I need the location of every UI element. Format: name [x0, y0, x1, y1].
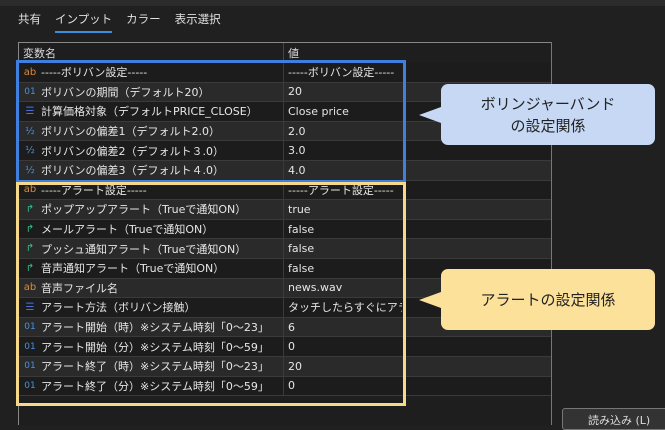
alert-highlight-box	[16, 182, 406, 406]
tab-common[interactable]: 共有	[18, 9, 41, 33]
tab-bar: 共有 インプット カラー 表示選択	[18, 9, 221, 33]
title-bar	[0, 0, 665, 6]
tab-display[interactable]: 表示選択	[175, 9, 221, 33]
load-button[interactable]: 読み込み (L)	[562, 408, 665, 430]
tab-color[interactable]: カラー	[126, 9, 161, 33]
bollinger-callout: ボリンジャーバンド の設定関係	[419, 84, 655, 145]
header-value: 値	[288, 46, 299, 60]
bollinger-highlight-box	[16, 60, 406, 183]
tab-input[interactable]: インプット	[55, 9, 113, 33]
alert-callout: アラートの設定関係	[419, 269, 655, 330]
